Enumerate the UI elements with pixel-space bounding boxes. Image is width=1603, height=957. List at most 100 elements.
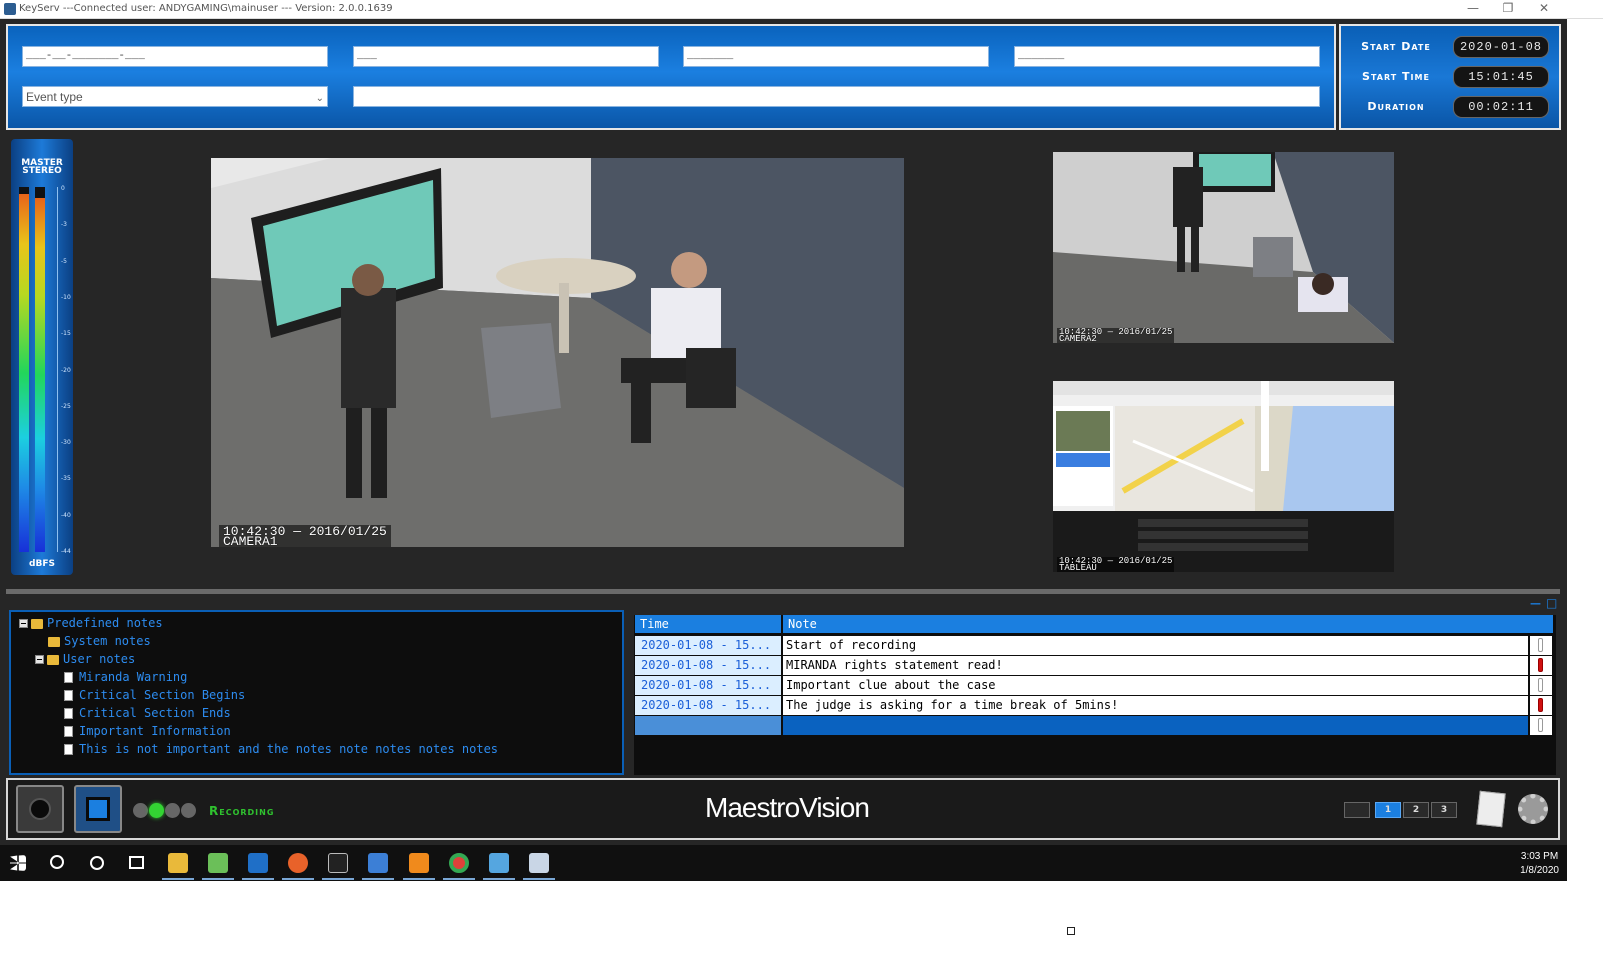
document-icon — [64, 726, 73, 737]
clock-time: 3:03 PM — [1520, 851, 1559, 862]
start-date-label: Start Date — [1361, 40, 1431, 53]
tree-item-important[interactable]: Important Information — [64, 723, 231, 740]
cortana-icon[interactable] — [90, 856, 104, 870]
flag-icon[interactable] — [1538, 698, 1543, 712]
case-field-4[interactable]: _______ — [1014, 46, 1320, 67]
row-note[interactable]: MIRANDA rights statement read! — [783, 656, 1528, 675]
meter-tick-label: -35 — [61, 475, 71, 483]
tableau-overlay: 10:42:30 — 2016/01/25 TABLEAU — [1057, 557, 1175, 572]
system-clock[interactable]: 3:03 PM 1/8/2020 — [1520, 850, 1559, 878]
status-led-2 — [149, 803, 164, 818]
layout-button-quad[interactable] — [1344, 802, 1370, 818]
stop-button[interactable] — [74, 785, 122, 833]
tree-item-label: Important Information — [79, 724, 231, 738]
record-button[interactable] — [16, 785, 64, 833]
tree-item-critical-ends[interactable]: Critical Section Ends — [64, 705, 231, 722]
chrome-icon[interactable] — [449, 853, 469, 873]
tree-node-system[interactable]: System notes — [48, 633, 151, 650]
row-flag[interactable] — [1530, 636, 1552, 655]
row-note[interactable]: Start of recording — [783, 636, 1528, 655]
row-flag[interactable] — [1530, 656, 1552, 675]
file-explorer-icon[interactable] — [168, 853, 188, 873]
notes-splitter[interactable] — [6, 589, 1560, 594]
panel-maximize-icon[interactable]: □ — [1546, 596, 1557, 610]
new-note-input[interactable] — [783, 716, 1528, 735]
flag-icon[interactable] — [1538, 718, 1543, 732]
running-indicator — [202, 878, 234, 880]
meter-tick-label: -5 — [61, 257, 67, 265]
tree-item-not-important[interactable]: This is not important and the notes note… — [64, 741, 498, 758]
tree-node-predefined[interactable]: Predefined notes — [19, 615, 163, 632]
terminal-icon[interactable] — [328, 853, 348, 873]
meter-tick-label: -40 — [61, 511, 71, 519]
duration-label: Duration — [1367, 100, 1425, 113]
camera1-overlay: 10:42:30 — 2016/01/25 CAMERA1 — [219, 525, 391, 547]
description-field[interactable] — [353, 86, 1320, 107]
maestro-icon[interactable] — [529, 853, 549, 873]
event-type-select[interactable]: Event type ⌄ — [22, 86, 328, 107]
tree-item-miranda[interactable]: Miranda Warning — [64, 669, 187, 686]
app-icon — [4, 3, 16, 15]
recording-status: Recording — [209, 804, 275, 818]
start-time-value: 15:01:45 — [1453, 66, 1549, 88]
meter-tick-label: -20 — [61, 366, 71, 374]
visual-studio-icon[interactable] — [368, 853, 388, 873]
close-button[interactable]: ✕ — [1527, 0, 1561, 18]
task-view-icon[interactable] — [129, 856, 144, 869]
clock-date: 1/8/2020 — [1520, 865, 1559, 876]
layout-button-3[interactable]: 3 — [1431, 802, 1457, 818]
panel-minimize-icon[interactable]: — — [1530, 597, 1541, 610]
row-flag[interactable] — [1530, 716, 1552, 735]
windows-taskbar: 3:03 PM 1/8/2020 — [0, 845, 1567, 881]
meter-tick-label: -30 — [61, 439, 71, 447]
keyserv-icon[interactable] — [489, 853, 509, 873]
tableau-feed[interactable]: 10:42:30 — 2016/01/25 TABLEAU — [1053, 381, 1394, 572]
camera1-scene — [211, 158, 904, 547]
column-header-time[interactable]: Time — [635, 615, 781, 633]
running-indicator — [443, 878, 475, 880]
brand-logo: MaestroVision — [705, 792, 870, 823]
row-time — [635, 716, 781, 735]
camera1-feed[interactable]: 10:42:30 — 2016/01/25 CAMERA1 — [211, 158, 904, 547]
event-type-placeholder: Event type — [26, 90, 83, 104]
flag-icon[interactable] — [1538, 658, 1543, 672]
notes-icon[interactable] — [1476, 790, 1506, 828]
status-led-1 — [133, 803, 148, 818]
firefox-icon[interactable] — [288, 853, 308, 873]
gear-icon[interactable] — [1518, 794, 1548, 824]
row-note[interactable]: Important clue about the case — [783, 676, 1528, 695]
meter-scale-line — [57, 187, 58, 552]
row-note[interactable]: The judge is asking for a time break of … — [783, 696, 1528, 715]
cursor-marker — [1067, 927, 1075, 935]
row-time: 2020-01-08 - 15... — [635, 636, 781, 655]
row-time: 2020-01-08 - 15... — [635, 676, 781, 695]
collapse-icon[interactable] — [19, 619, 28, 628]
start-time-label: Start Time — [1362, 70, 1430, 83]
sublime-icon[interactable] — [409, 853, 429, 873]
layout-button-1[interactable]: 1 — [1375, 802, 1401, 818]
column-header-note[interactable]: Note — [783, 615, 1553, 633]
camera2-overlay: 10:42:30 — 2016/01/25 CAMERA2 — [1057, 328, 1175, 343]
case-number-field[interactable]: ___-__-_______-___ — [22, 46, 328, 67]
windows-start-icon[interactable] — [10, 855, 26, 871]
outlook-icon[interactable] — [248, 853, 268, 873]
tree-node-label: Predefined notes — [47, 616, 163, 630]
tree-item-critical-begins[interactable]: Critical Section Begins — [64, 687, 245, 704]
collapse-icon[interactable] — [35, 655, 44, 664]
notepad-icon[interactable] — [208, 853, 228, 873]
row-flag[interactable] — [1530, 696, 1552, 715]
flag-icon[interactable] — [1538, 678, 1543, 692]
left-channel-level — [19, 194, 29, 552]
row-flag[interactable] — [1530, 676, 1552, 695]
search-icon[interactable] — [50, 855, 64, 869]
case-field-3[interactable]: _______ — [683, 46, 989, 67]
maximize-button[interactable]: ❐ — [1491, 0, 1525, 18]
tree-node-label: System notes — [64, 634, 151, 648]
session-stats-panel: Start Date 2020-01-08 Start Time 15:01:4… — [1339, 24, 1561, 130]
layout-button-2[interactable]: 2 — [1403, 802, 1429, 818]
flag-icon[interactable] — [1538, 638, 1543, 652]
case-field-2[interactable]: ___ — [353, 46, 659, 67]
camera2-feed[interactable]: 10:42:30 — 2016/01/25 CAMERA2 — [1053, 152, 1394, 343]
tree-node-user[interactable]: User notes — [35, 651, 135, 668]
minimize-button[interactable]: — — [1456, 0, 1490, 18]
